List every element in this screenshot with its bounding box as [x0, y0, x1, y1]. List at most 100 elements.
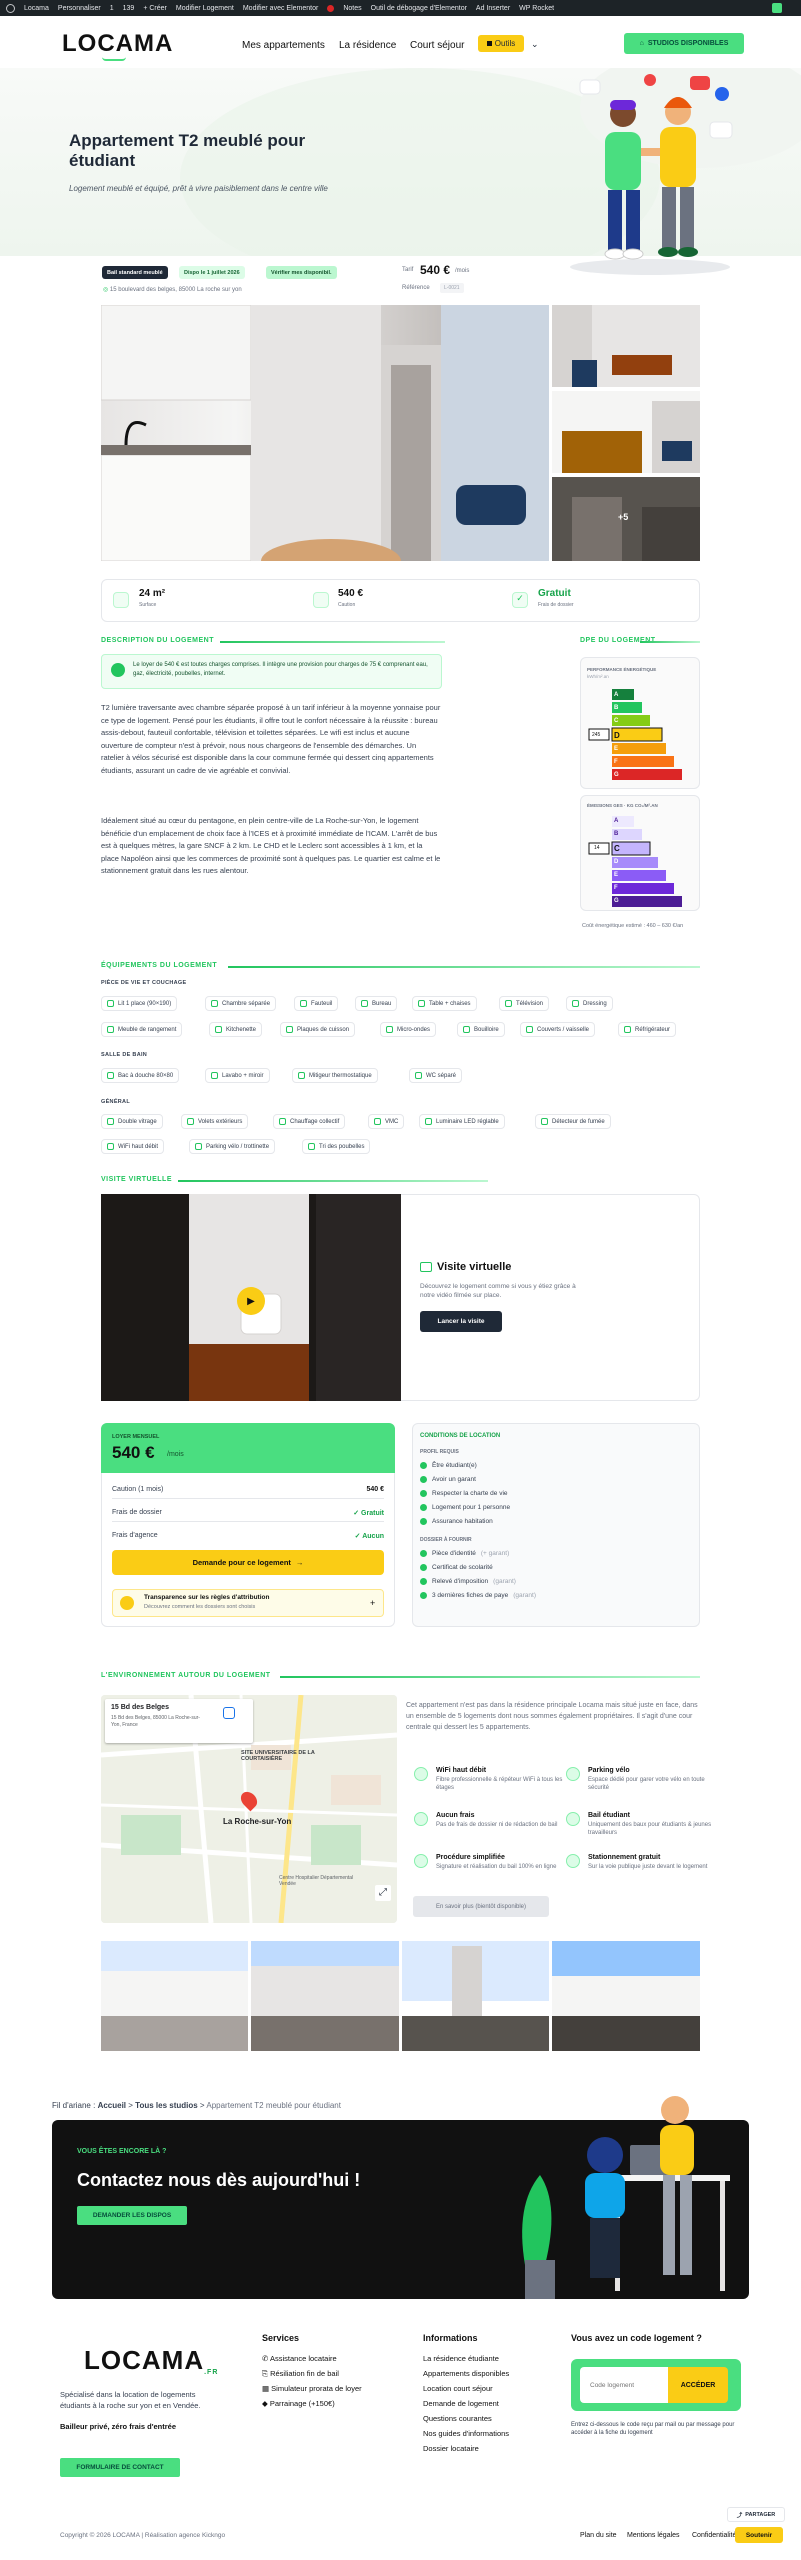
conditions-group: DOSSIER À FOURNIR — [420, 1537, 472, 1543]
logo-smile — [102, 57, 126, 61]
play-icon[interactable]: ▶ — [237, 1287, 265, 1315]
footer-link[interactable]: Nos guides d'informations — [423, 2426, 509, 2441]
wordpress-icon[interactable] — [6, 3, 15, 13]
footer-link[interactable]: La résidence étudiante — [423, 2351, 509, 2366]
price-label: Tarif — [402, 267, 414, 273]
footer-link-confidentialite[interactable]: Confidentialité — [692, 2532, 736, 2539]
street-scene — [552, 1941, 700, 2051]
cta-kicker: VOUS ÊTES ENCORE LÀ ? — [77, 2148, 167, 2155]
armchair-icon — [300, 1000, 307, 1007]
footer-link-mentions[interactable]: Mentions légales — [627, 2532, 680, 2539]
admin-item[interactable]: 139 — [123, 5, 135, 12]
visit-video[interactable]: ▶ — [101, 1194, 401, 1401]
verifier-dispo-button[interactable]: Vérifier mes disponibil. — [266, 266, 337, 279]
admin-item[interactable]: 1 — [110, 5, 114, 12]
equip-chip: Parking vélo / trottinette — [189, 1139, 276, 1154]
admin-bar: Locama Personnaliser 1 139 + Créer Modif… — [0, 0, 801, 16]
admin-item[interactable]: Ad Inserter — [476, 5, 510, 12]
admin-item[interactable]: Modifier avec Elementor — [243, 5, 318, 12]
outils-label: Outils — [494, 39, 516, 48]
footer-link-assistance[interactable]: ✆ Assistance locataire — [262, 2351, 362, 2366]
check-dot-icon — [420, 1462, 427, 1469]
arrow-right-icon: → — [295, 1558, 304, 1567]
outils-button[interactable]: Outils — [478, 35, 524, 52]
pin-icon: ◎ — [103, 287, 109, 293]
surface-icon — [113, 592, 129, 608]
street-photo[interactable] — [402, 1941, 549, 2051]
site-logo[interactable]: LOCAMA — [62, 30, 173, 61]
acceder-button[interactable]: ACCÉDER — [668, 2367, 728, 2403]
admin-item[interactable]: Notes — [343, 5, 361, 12]
storage-icon — [107, 1026, 114, 1033]
kettle-icon — [463, 1026, 470, 1033]
rent-unit: /mois — [167, 1451, 184, 1458]
thumb-photo-more[interactable]: +5 — [552, 477, 700, 561]
footer-logo[interactable]: LOCAMA.FR — [84, 2345, 218, 2376]
admin-item[interactable]: Locama — [24, 5, 49, 12]
dpe-letter: B — [614, 705, 619, 711]
avatar[interactable] — [772, 3, 782, 13]
footer-link[interactable]: Dossier locataire — [423, 2441, 509, 2456]
demander-dispos-button[interactable]: DEMANDER LES DISPOS — [77, 2206, 187, 2225]
footer-link-simulateur[interactable]: ▦ Simulateur prorata de loyer — [262, 2381, 362, 2396]
feature-desc: Pas de frais de dossier ni de rédaction … — [436, 1822, 558, 1828]
admin-item[interactable]: WP Rocket — [519, 5, 554, 12]
footer-link[interactable]: Questions courantes — [423, 2411, 509, 2426]
studios-disponibles-button[interactable]: ⌂ STUDIOS DISPONIBLES — [624, 33, 744, 54]
document-text: 3 dernières fiches de paye — [432, 1592, 509, 1599]
footer-link[interactable]: Demande de logement — [423, 2396, 509, 2411]
file-icon: ⎘ — [262, 2369, 271, 2378]
map-zoom-icon[interactable]: ⤢ — [375, 1885, 391, 1901]
nav-court-sejour[interactable]: Court séjour — [410, 40, 464, 51]
equip-chip: WiFi haut débit — [101, 1139, 165, 1154]
street-photo[interactable] — [101, 1941, 248, 2051]
soutenir-button[interactable]: Soutenir — [735, 2527, 783, 2543]
breadcrumb-studios[interactable]: Tous les studios — [135, 2101, 198, 2110]
recycle-icon — [308, 1143, 315, 1150]
breadcrumb-accueil[interactable]: Accueil — [98, 2101, 126, 2110]
footer-link[interactable]: Location court séjour — [423, 2381, 509, 2396]
bed-icon — [107, 1000, 114, 1007]
equip-chip: Dressing — [566, 996, 613, 1011]
map[interactable]: La Roche-sur-Yon SITE UNIVERSITAIRE DE L… — [101, 1695, 397, 1923]
condition-item: Être étudiant(e) — [420, 1462, 477, 1469]
footer-link-resiliation[interactable]: ⎘ Résiliation fin de bail — [262, 2366, 362, 2381]
thumb-photo[interactable] — [552, 305, 700, 387]
feature-title: Aucun frais — [436, 1812, 475, 1819]
admin-item[interactable]: Outil de débogage d'Elementor — [371, 5, 467, 12]
dpe-energy-value: 245 — [592, 732, 601, 738]
chevron-down-icon[interactable]: ⌄ — [531, 39, 539, 50]
document-note: (garant) — [513, 1592, 537, 1599]
door-icon — [211, 1000, 218, 1007]
admin-item[interactable]: + Créer — [143, 5, 167, 12]
contact-form-button[interactable]: FORMULAIRE DE CONTACT — [60, 2458, 180, 2477]
chip-label: Chauffage collectif — [290, 1118, 340, 1125]
equip-chip: Meuble de rangement — [101, 1022, 183, 1037]
thumb-photo[interactable] — [552, 391, 700, 473]
main-photo[interactable] — [101, 305, 549, 561]
check-dot-icon — [420, 1504, 427, 1511]
launch-visit-button[interactable]: Lancer la visite — [420, 1311, 502, 1332]
street-photo[interactable] — [251, 1941, 399, 2051]
table-icon — [418, 1000, 425, 1007]
equip-chip: Tri des poubelles — [302, 1139, 371, 1154]
nav-la-residence[interactable]: La résidence — [339, 40, 396, 51]
footer-link-parrainage[interactable]: ◆ Parrainage (+150€) — [262, 2396, 362, 2411]
share-button[interactable]: ⤴ PARTAGER — [727, 2507, 785, 2522]
section-divider — [280, 1676, 700, 1678]
equip-chip: Bac à douche 80×80 — [101, 1068, 180, 1083]
footer-link[interactable]: Appartements disponibles — [423, 2366, 509, 2381]
nav-mes-appartements[interactable]: Mes appartements — [242, 40, 325, 51]
admin-item[interactable]: Personnaliser — [58, 5, 101, 12]
chip-label: Tri des poubelles — [319, 1143, 365, 1150]
lightbulb-icon — [120, 1596, 134, 1610]
footer-link-plan[interactable]: Plan du site — [580, 2532, 617, 2539]
plus-icon[interactable]: + — [370, 1598, 375, 1608]
en-savoir-plus-button[interactable]: En savoir plus (bientôt disponible) — [413, 1896, 549, 1917]
code-input[interactable] — [580, 2367, 668, 2403]
directions-icon[interactable] — [223, 1707, 235, 1719]
document-item: Certificat de scolarité — [420, 1564, 493, 1571]
street-photo[interactable] — [552, 1941, 700, 2051]
demande-logement-button[interactable]: Demande pour ce logement → — [112, 1550, 384, 1575]
admin-item[interactable]: Modifier Logement — [176, 5, 234, 12]
